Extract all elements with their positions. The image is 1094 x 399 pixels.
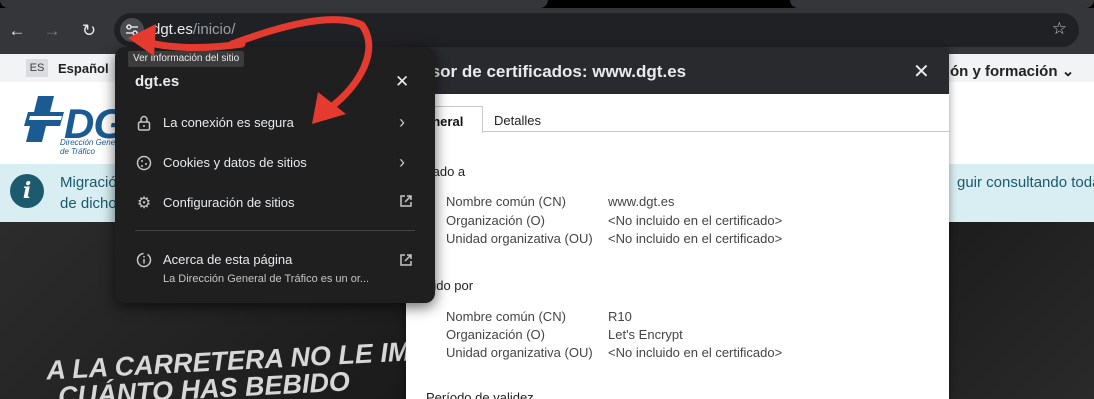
nav-menu-label: ón y formación [950,63,1058,80]
field-label: Organización (O) [446,213,545,228]
field-label: Unidad organizativa (OU) [446,231,593,246]
url-path: /inicio/ [192,21,236,38]
site-info-button[interactable] [120,18,144,42]
site-info-popup: dgt.es ✕ La conexión es segura › Cookies… [115,47,435,303]
forward-button[interactable]: → [38,17,66,45]
reload-button[interactable]: ↻ [75,17,103,45]
address-bar[interactable]: dgt.es/inicio/ ☆ [114,13,1079,47]
tooltip: Ver información del sitio [128,51,245,67]
dialog-title: isor de certificados: www.dgt.es [426,62,687,81]
lock-icon [135,114,153,132]
field-value: <No incluido en el certificado> [608,231,783,246]
chevron-right-icon: › [399,112,405,132]
close-icon[interactable]: ✕ [913,59,930,84]
field-value: <No incluido en el certificado> [608,345,783,360]
field-value: www.dgt.es [608,194,675,209]
item-label: La conexión es segura [163,115,294,130]
item-label: Cookies y datos de sitios [163,155,307,170]
chevron-right-icon: › [399,152,405,172]
logo-subtitle: de Tráfico [60,147,95,156]
back-button[interactable]: ← [3,17,31,45]
info-about-icon [135,251,153,269]
connection-secure-item[interactable]: La conexión es segura › [115,103,435,143]
gear-icon: ⚙ [136,195,152,212]
close-icon[interactable]: ✕ [395,72,409,92]
field-label: Organización (O) [446,327,545,342]
chevron-down-icon: ⌄ [1061,63,1075,80]
site-settings-item[interactable]: ⚙ Configuración de sitios [115,183,435,223]
field-value: R10 [608,309,632,324]
cookie-icon [135,154,153,172]
divider [135,230,415,231]
section-heading: Período de validez [426,390,534,399]
language-name[interactable]: Español [58,61,109,76]
field-label: Unidad organizativa (OU) [446,345,593,360]
cookies-item[interactable]: Cookies y datos de sitios › [115,143,435,183]
item-label: Configuración de sitios [163,195,295,210]
url-domain: dgt.es [152,21,193,38]
browser-tab[interactable] [790,0,1094,8]
notice-text: Migració [60,174,117,191]
popup-domain: dgt.es [135,73,180,90]
certificate-viewer-dialog: isor de certificados: www.dgt.es ✕ enera… [406,47,949,399]
dialog-header: isor de certificados: www.dgt.es ✕ [406,47,949,94]
about-description: La Dirección General de Tráfico es un or… [163,273,370,285]
tune-icon [126,24,138,36]
tab-strip [0,0,1094,8]
url-text[interactable]: dgt.es/inicio/ [152,21,235,38]
field-value: Let's Encrypt [608,327,683,342]
external-link-icon [399,194,413,211]
language-code[interactable]: ES [26,59,48,77]
field-value: <No incluido en el certificado> [608,213,783,228]
info-icon: i [10,174,44,208]
nav-menu-item[interactable]: ón y formación ⌄ [950,62,1074,80]
notice-text: guir consultando toda [957,174,1094,191]
bookmark-star-icon[interactable]: ☆ [1052,19,1067,39]
dgt-cross-icon [24,96,64,142]
external-link-icon [399,251,413,272]
field-label: Nombre común (CN) [446,194,566,209]
field-label: Nombre común (CN) [446,309,566,324]
notice-text: de dicho [60,195,117,212]
tab-details[interactable]: Detalles [494,113,541,128]
browser-tab[interactable] [0,0,548,8]
tab-bar: eneral Detalles [406,102,949,133]
item-label: Acerca de esta página [163,252,293,267]
